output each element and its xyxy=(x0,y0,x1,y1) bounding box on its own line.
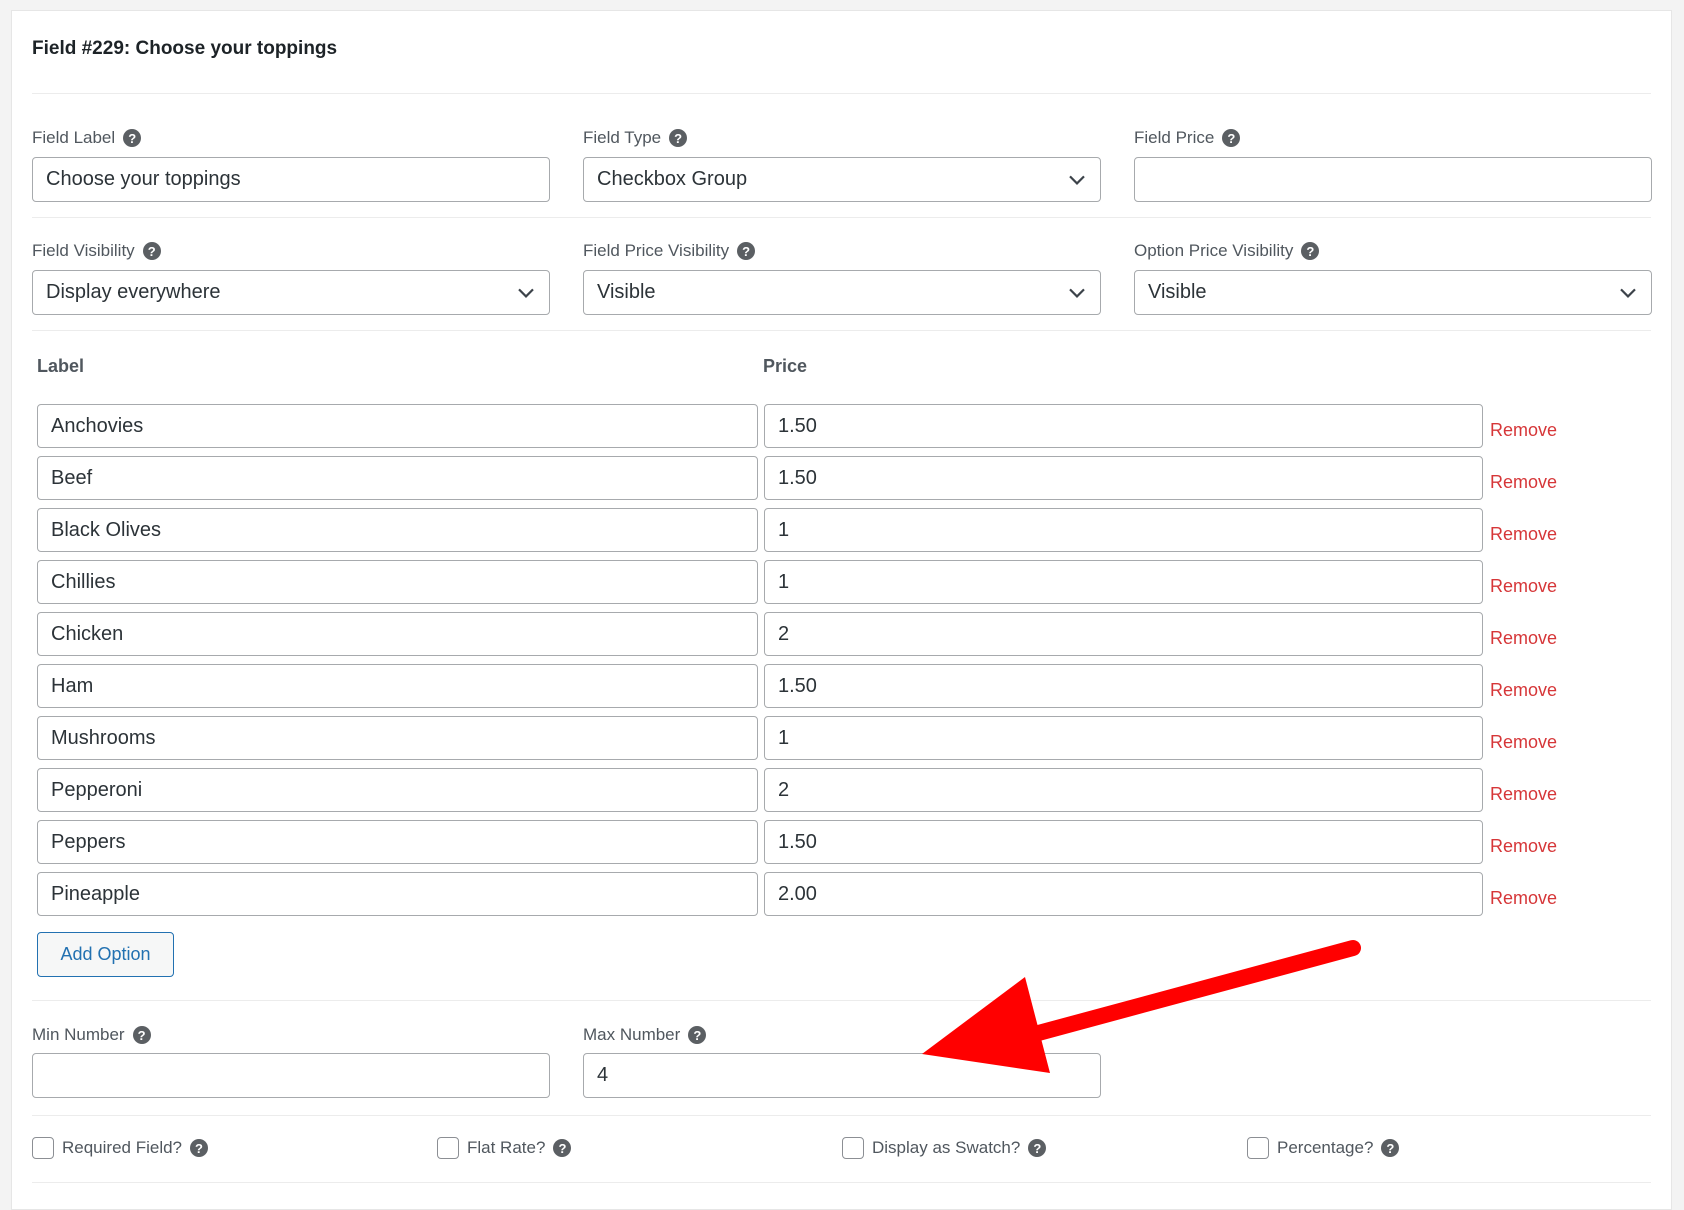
divider xyxy=(32,330,1651,331)
min-number-input[interactable] xyxy=(32,1053,550,1098)
option-label-input[interactable]: Chillies xyxy=(37,560,758,604)
option-label-input[interactable]: Mushrooms xyxy=(37,716,758,760)
option-label-input[interactable]: Pepperoni xyxy=(37,768,758,812)
option-price-input[interactable]: 1.50 xyxy=(764,404,1483,448)
divider xyxy=(32,93,1651,94)
help-icon[interactable]: ? xyxy=(737,242,756,260)
option-price-input[interactable]: 1 xyxy=(764,508,1483,552)
field-type-select[interactable]: Checkbox Group xyxy=(583,157,1101,202)
display-as-swatch-checkbox[interactable]: Display as Swatch? ? xyxy=(842,1136,1047,1160)
field-price-visibility-label: Field Price Visibility ? xyxy=(583,241,756,261)
option-label-input[interactable]: Pineapple xyxy=(37,872,758,916)
remove-option-link[interactable]: Remove xyxy=(1490,524,1557,545)
option-price-input[interactable]: 1.50 xyxy=(764,820,1483,864)
field-price-input[interactable] xyxy=(1134,157,1652,202)
divider xyxy=(32,1182,1651,1183)
remove-option-link[interactable]: Remove xyxy=(1490,576,1557,597)
flat-rate-checkbox[interactable]: Flat Rate? ? xyxy=(437,1136,572,1160)
percentage-checkbox[interactable]: Percentage? ? xyxy=(1247,1136,1400,1160)
option-price-input[interactable]: 2 xyxy=(764,768,1483,812)
min-number-label: Min Number ? xyxy=(32,1025,151,1045)
help-icon[interactable]: ? xyxy=(132,1026,151,1044)
field-visibility-select[interactable]: Display everywhere xyxy=(32,270,550,315)
divider xyxy=(32,1115,1651,1116)
remove-option-link[interactable]: Remove xyxy=(1490,836,1557,857)
help-icon[interactable]: ? xyxy=(688,1026,707,1044)
option-label-input[interactable]: Chicken xyxy=(37,612,758,656)
option-price-visibility-select[interactable]: Visible xyxy=(1134,270,1652,315)
max-number-input[interactable]: 4 xyxy=(583,1053,1101,1098)
help-icon[interactable]: ? xyxy=(669,129,688,147)
option-price-input[interactable]: 1.50 xyxy=(764,456,1483,500)
option-price-input[interactable]: 2.00 xyxy=(764,872,1483,916)
help-icon[interactable]: ? xyxy=(1222,129,1241,147)
divider xyxy=(32,1000,1651,1001)
option-price-visibility-label: Option Price Visibility ? xyxy=(1134,241,1320,261)
option-label-input[interactable]: Peppers xyxy=(37,820,758,864)
label-column-header: Label xyxy=(37,356,85,376)
remove-option-link[interactable]: Remove xyxy=(1490,420,1557,441)
option-label-input[interactable]: Anchovies xyxy=(37,404,758,448)
chevron-down-icon xyxy=(1069,288,1085,298)
field-price-visibility-select[interactable]: Visible xyxy=(583,270,1101,315)
checkbox[interactable] xyxy=(1247,1137,1269,1159)
field-title: Field #229: Choose your toppings xyxy=(32,38,338,59)
chevron-down-icon xyxy=(1620,288,1636,298)
remove-option-link[interactable]: Remove xyxy=(1490,628,1557,649)
option-label-input[interactable]: Beef xyxy=(37,456,758,500)
help-icon[interactable]: ? xyxy=(1381,1139,1400,1157)
required-field-checkbox[interactable]: Required Field? ? xyxy=(32,1136,209,1160)
option-price-input[interactable]: 1 xyxy=(764,716,1483,760)
chevron-down-icon xyxy=(518,288,534,298)
checkbox[interactable] xyxy=(437,1137,459,1159)
help-icon[interactable]: ? xyxy=(553,1139,572,1157)
remove-option-link[interactable]: Remove xyxy=(1490,472,1557,493)
help-icon[interactable]: ? xyxy=(190,1139,209,1157)
add-option-button[interactable]: Add Option xyxy=(37,932,174,977)
max-number-label: Max Number ? xyxy=(583,1025,707,1045)
field-visibility-label: Field Visibility ? xyxy=(32,241,161,261)
remove-option-link[interactable]: Remove xyxy=(1490,784,1557,805)
checkbox[interactable] xyxy=(842,1137,864,1159)
option-label-input[interactable]: Ham xyxy=(37,664,758,708)
option-price-input[interactable]: 1 xyxy=(764,560,1483,604)
help-icon[interactable]: ? xyxy=(123,129,142,147)
help-icon[interactable]: ? xyxy=(1028,1139,1047,1157)
help-icon[interactable]: ? xyxy=(142,242,161,260)
field-label-input[interactable]: Choose your toppings xyxy=(32,157,550,202)
field-price-label: Field Price ? xyxy=(1134,128,1241,148)
remove-option-link[interactable]: Remove xyxy=(1490,680,1557,701)
field-type-label: Field Type ? xyxy=(583,128,688,148)
price-column-header: Price xyxy=(763,356,808,376)
remove-option-link[interactable]: Remove xyxy=(1490,888,1557,909)
field-label-label: Field Label ? xyxy=(32,128,142,148)
option-label-input[interactable]: Black Olives xyxy=(37,508,758,552)
chevron-down-icon xyxy=(1069,175,1085,185)
remove-option-link[interactable]: Remove xyxy=(1490,732,1557,753)
checkbox[interactable] xyxy=(32,1137,54,1159)
help-icon[interactable]: ? xyxy=(1301,242,1320,260)
divider xyxy=(32,217,1651,218)
option-price-input[interactable]: 2 xyxy=(764,612,1483,656)
option-price-input[interactable]: 1.50 xyxy=(764,664,1483,708)
